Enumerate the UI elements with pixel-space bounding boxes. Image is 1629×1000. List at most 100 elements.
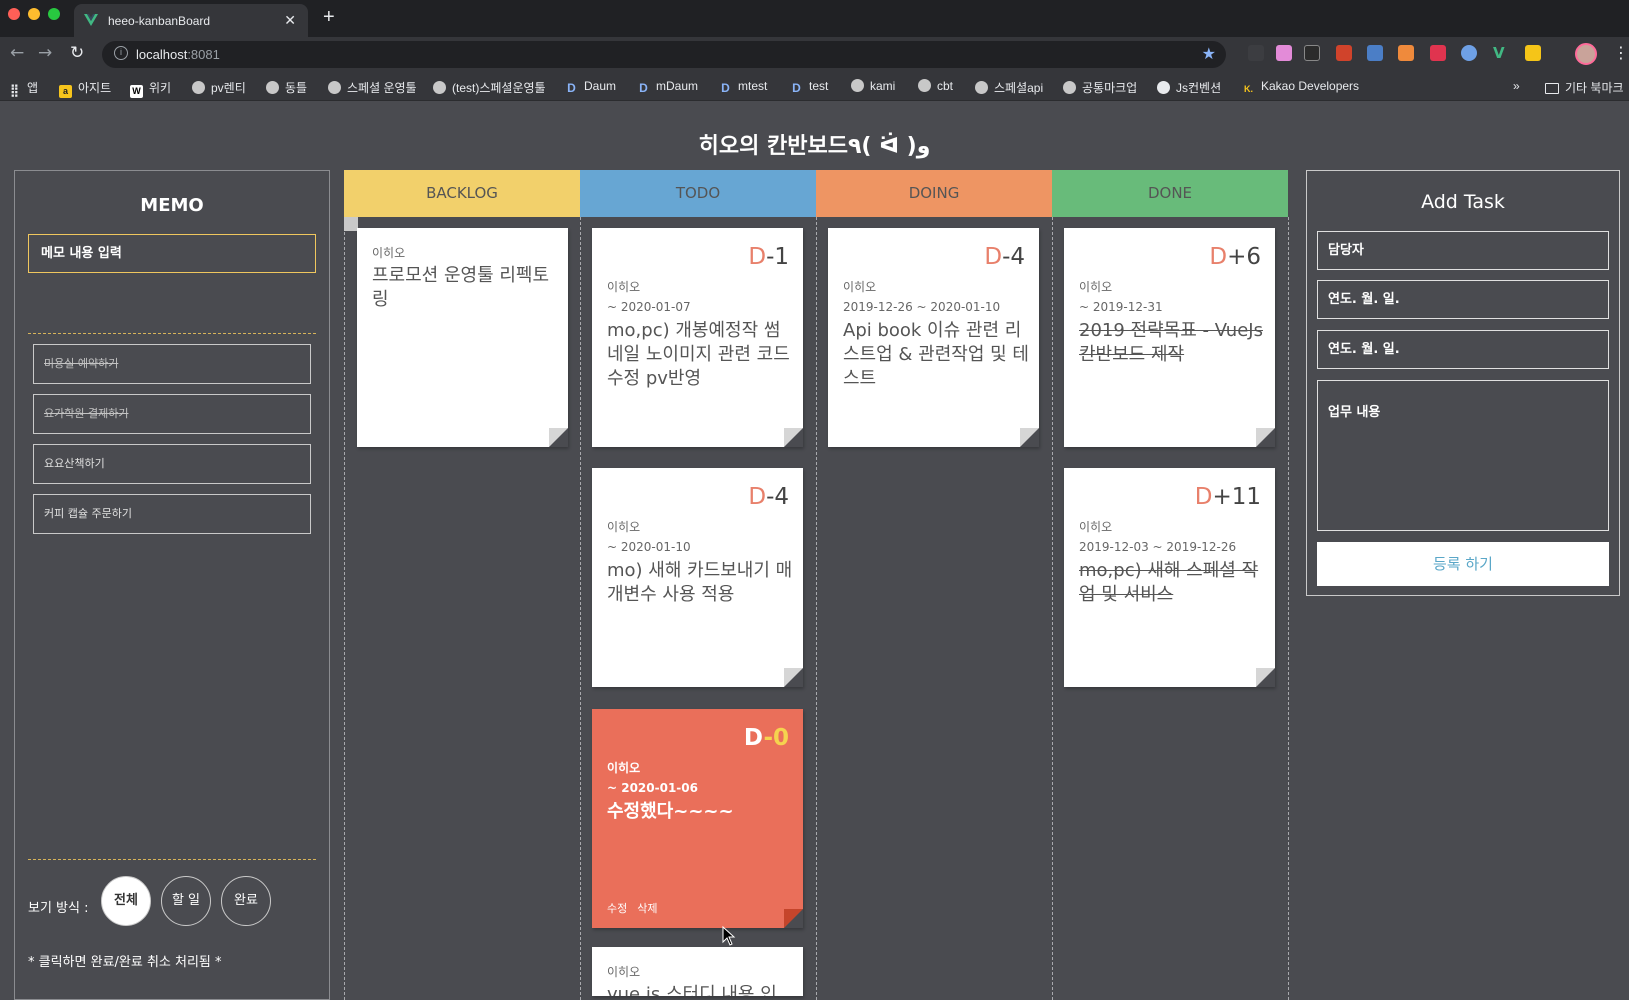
memo-item[interactable]: 커피 캡슐 주문하기	[33, 494, 311, 534]
card-fold-corner	[1020, 428, 1039, 447]
column-divider	[344, 217, 345, 1000]
bookmark-item[interactable]: DmDaum	[637, 79, 698, 95]
bookmark-item[interactable]: 동틀	[266, 79, 307, 96]
dday-prefix: D	[1194, 484, 1213, 510]
task-card[interactable]: D+6 이히오 ~ 2019-12-31 2019 전략목표 - VueJs 칸…	[1064, 228, 1275, 447]
other-bookmarks[interactable]: 기타 북마크	[1545, 79, 1624, 96]
view-all-button[interactable]: 전체	[101, 876, 151, 926]
card-text: mo) 새해 카드보내기 매개변수 사용 적용	[607, 560, 793, 605]
reload-icon[interactable]: ↻	[70, 43, 84, 63]
card-edit-button[interactable]: 수정	[607, 902, 627, 915]
profile-avatar[interactable]	[1575, 43, 1597, 65]
task-card[interactable]: D+11 이히오 2019-12-03 ~ 2019-12-26 mo,pc) …	[1064, 468, 1275, 687]
bookmark-item[interactable]: 스페셜 운영툴	[328, 79, 417, 96]
extension-icon[interactable]	[1398, 45, 1414, 61]
browser-menu-icon[interactable]: ⋮	[1613, 43, 1629, 62]
bookmark-item[interactable]: (test)스페셜운영툴	[433, 79, 546, 96]
card-fold-corner	[784, 668, 803, 687]
task-content-textarea[interactable]: 업무 내용	[1317, 380, 1609, 531]
bookmarks-overflow-icon[interactable]: »	[1513, 79, 1520, 93]
new-tab-icon[interactable]: +	[323, 6, 335, 29]
bookmark-item[interactable]: Dtest	[790, 79, 828, 95]
task-card[interactable]: D-4 이히오 ~ 2020-01-10 mo) 새해 카드보내기 매개변수 사…	[592, 468, 803, 687]
bookmark-label: cbt	[937, 79, 954, 93]
task-card[interactable]: D-4 이히오 2019-12-26 ~ 2020-01-10 Api book…	[828, 228, 1039, 447]
bookmark-label: 스페셜api	[994, 81, 1044, 95]
bookmark-label: test	[809, 79, 829, 93]
forward-icon[interactable]: →	[38, 43, 52, 63]
view-mode-label: 보기 방식 :	[28, 901, 89, 916]
bookmark-label: Daum	[584, 79, 617, 93]
close-window-icon[interactable]	[8, 8, 20, 20]
bookmark-item[interactable]: Dmtest	[719, 79, 767, 95]
bookmark-item[interactable]: 공통마크업	[1063, 79, 1137, 96]
submit-task-button[interactable]: 등록 하기	[1317, 542, 1609, 586]
minimize-window-icon[interactable]	[28, 8, 40, 20]
card-text: vue.js 스터디 내용 인	[607, 984, 777, 996]
card-fold-corner	[1256, 428, 1275, 447]
bookmark-label: kami	[870, 79, 896, 93]
memo-item[interactable]: 요가학원 결제하기	[33, 394, 311, 434]
card-owner: 이히오	[843, 280, 877, 294]
extension-icon[interactable]	[1525, 45, 1541, 61]
card-fold-corner	[1256, 668, 1275, 687]
extension-icon[interactable]	[1248, 45, 1264, 61]
card-date: ~ 2020-01-10	[607, 540, 691, 554]
bookmark-item[interactable]: cbt	[918, 79, 953, 93]
column-divider	[816, 217, 817, 1000]
task-card[interactable]: 이히오 vue.js 스터디 내용 인	[592, 947, 803, 996]
card-date: 2019-12-26 ~ 2020-01-10	[843, 300, 1001, 314]
end-date-input[interactable]: 연도. 월. 일.	[1317, 330, 1609, 369]
bookmark-label: Js컨벤션	[1176, 81, 1222, 95]
task-card-selected[interactable]: D-0 이히오 ~ 2020-01-06 수정했다~~~~ 수정 삭제	[592, 709, 803, 928]
card-text: 프로모션 운영툴 리펙토링	[372, 265, 550, 310]
bookmark-item[interactable]: kami	[851, 79, 895, 93]
browser-toolbar: ← → ↻ i localhost:8081 ★ V ⋮	[0, 37, 1629, 71]
bookmark-item[interactable]: W 위키	[130, 79, 171, 98]
dday-value: -4	[1002, 244, 1025, 270]
card-owner: 이히오	[607, 761, 641, 775]
bookmark-item[interactable]: ⣿ 앱	[8, 79, 38, 97]
extension-icon[interactable]	[1336, 45, 1352, 61]
site-info-icon[interactable]: i	[114, 46, 128, 60]
bookmark-item[interactable]: 스페셜api	[975, 79, 1043, 96]
task-card[interactable]: D-1 이히오 ~ 2020-01-07 mo,pc) 개봉예정작 썸네일 노이…	[592, 228, 803, 447]
column-header-doing: DOING	[816, 170, 1052, 217]
bookmark-item[interactable]: pv렌티	[192, 79, 246, 96]
owner-input[interactable]: 담당자	[1317, 231, 1609, 270]
start-date-input[interactable]: 연도. 월. 일.	[1317, 280, 1609, 319]
bookmark-star-icon[interactable]: ★	[1202, 44, 1216, 64]
card-text: Api book 이슈 관련 리스트업 & 관련작업 및 테스트	[843, 320, 1029, 389]
memo-item[interactable]: 요요산책하기	[33, 444, 311, 484]
card-text: mo,pc) 개봉예정작 썸네일 노이미지 관련 코드수정 pv반영	[607, 320, 790, 389]
other-bookmarks-label: 기타 북마크	[1565, 81, 1624, 95]
maximize-window-icon[interactable]	[48, 8, 60, 20]
address-bar[interactable]: i localhost:8081 ★	[102, 41, 1226, 68]
github-icon	[1157, 81, 1170, 94]
view-done-button[interactable]: 완료	[221, 876, 271, 926]
globe-icon	[918, 79, 931, 92]
view-todo-button[interactable]: 할 일	[161, 876, 211, 926]
browser-tab[interactable]: heeo-kanbanBoard ✕	[74, 4, 308, 37]
extension-icon[interactable]	[1276, 45, 1292, 61]
bookmark-item[interactable]: K. Kakao Developers	[1242, 79, 1359, 96]
memo-item[interactable]: 미용실 예약하기	[33, 344, 311, 384]
extension-icon[interactable]	[1367, 45, 1383, 61]
bookmark-item[interactable]: D Daum	[565, 79, 616, 95]
extension-icon[interactable]	[1461, 45, 1477, 61]
globe-icon	[328, 81, 341, 94]
url-port: :8081	[187, 47, 220, 62]
back-icon[interactable]: ←	[10, 43, 24, 63]
extension-icon[interactable]	[1304, 45, 1320, 61]
column-header-done: DONE	[1052, 170, 1288, 217]
task-card[interactable]: 이히오 프로모션 운영툴 리펙토링	[357, 228, 568, 447]
extension-icon[interactable]	[1430, 45, 1446, 61]
bookmark-item[interactable]: a 아지트	[59, 79, 111, 98]
card-delete-button[interactable]: 삭제	[637, 902, 657, 915]
bookmark-label: mtest	[738, 79, 768, 93]
bookmark-item[interactable]: Js컨벤션	[1157, 79, 1221, 96]
tab-close-icon[interactable]: ✕	[284, 12, 296, 29]
vue-devtools-icon[interactable]: V	[1493, 45, 1509, 61]
memo-input[interactable]: 메모 내용 입력	[28, 234, 316, 273]
tab-title: heeo-kanbanBoard	[108, 14, 211, 28]
